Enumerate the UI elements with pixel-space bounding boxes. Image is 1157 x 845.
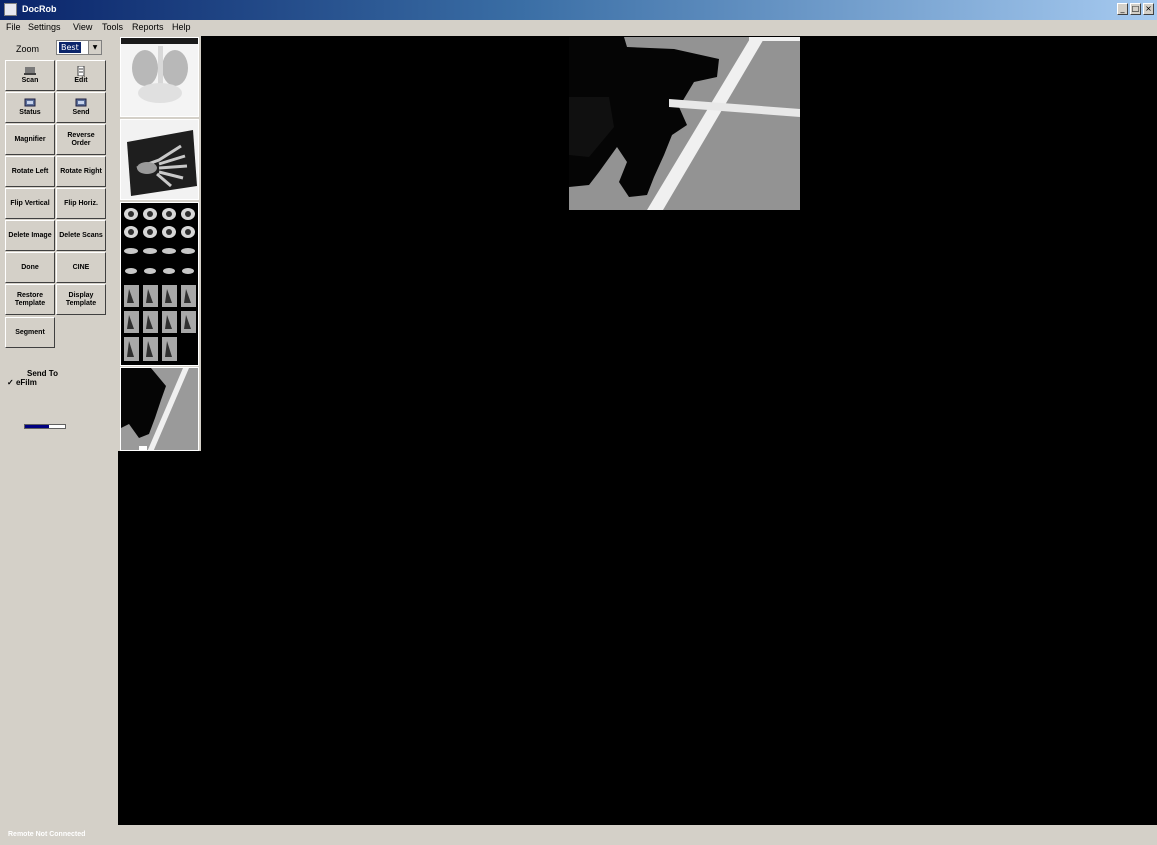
delete-image-button[interactable]: Delete Image <box>5 220 55 251</box>
chest-xray-image <box>121 38 198 116</box>
delete-scans-label: Delete Scans <box>59 231 103 239</box>
send-progress-fill <box>25 425 49 428</box>
reverse-order-label: Reverse Order <box>67 131 95 147</box>
display-template-button[interactable]: Display Template <box>56 284 106 315</box>
flip-vertical-label: Flip Vertical <box>10 199 50 207</box>
send-progress-bar <box>24 424 66 429</box>
title-bar: DocRob _ □ × <box>0 0 1157 20</box>
restore-template-label: Restore Template <box>14 291 46 307</box>
display-template-label: Display Template <box>65 291 97 307</box>
close-button[interactable]: × <box>1143 3 1154 15</box>
done-button[interactable]: Done <box>5 252 55 283</box>
status-label: Status <box>19 109 41 116</box>
edit-icon <box>77 66 85 76</box>
window-title: DocRob <box>22 4 57 14</box>
app-icon <box>4 3 17 16</box>
done-label: Done <box>21 263 39 271</box>
menu-settings[interactable]: Settings <box>28 22 61 32</box>
chest-xray-thumbnail[interactable] <box>120 37 199 117</box>
scan-button[interactable]: Scan <box>5 60 55 91</box>
rotate-left-button[interactable]: Rotate Left <box>5 156 55 187</box>
image-viewer[interactable] <box>118 36 1157 825</box>
send-to-efilm-label: eFilm <box>15 378 37 387</box>
delete-image-label: Delete Image <box>8 231 52 239</box>
scan-label: Scan <box>21 77 39 84</box>
hand-xray-thumbnail[interactable] <box>120 119 199 200</box>
segment-button[interactable]: Segment <box>5 317 55 348</box>
edit-label: Edit <box>74 77 88 84</box>
send-icon <box>75 98 87 107</box>
rotate-right-button[interactable]: Rotate Right <box>56 156 106 187</box>
thumbnail-strip <box>118 36 201 451</box>
tool-panel: Zoom Best ▼ Scan Edit Status Send Magnif… <box>0 36 118 826</box>
send-label: Send <box>72 109 90 116</box>
court-photo-thumbnail-image <box>121 368 198 450</box>
status-bar: Remote Not Connected <box>0 826 1157 845</box>
flip-vertical-button[interactable]: Flip Vertical <box>5 188 55 219</box>
menu-reports[interactable]: Reports <box>132 22 164 32</box>
flip-horiz-button[interactable]: Flip Horiz. <box>56 188 106 219</box>
menu-help[interactable]: Help <box>172 22 191 32</box>
court-photo <box>569 37 800 210</box>
zoom-value: Best <box>59 42 81 53</box>
checkmark-icon: ✓ <box>7 378 14 387</box>
menu-view[interactable]: View <box>73 22 92 32</box>
magnifier-label: Magnifier <box>14 135 46 143</box>
send-to-efilm-checkbox[interactable]: ✓ eFilm <box>7 378 37 387</box>
mri-series-thumbnail[interactable] <box>120 202 199 366</box>
menu-file[interactable]: File <box>6 22 21 32</box>
reverse-order-button[interactable]: Reverse Order <box>56 124 106 155</box>
edit-button[interactable]: Edit <box>56 60 106 91</box>
restore-template-button[interactable]: Restore Template <box>5 284 55 315</box>
scanner-icon <box>24 67 36 75</box>
mri-series-image <box>121 203 198 365</box>
flip-horiz-label: Flip Horiz. <box>64 199 98 207</box>
main-image[interactable] <box>569 37 800 210</box>
zoom-select[interactable]: Best ▼ <box>56 40 102 55</box>
send-to-label: Send To <box>27 369 58 378</box>
cine-label: CINE <box>72 263 90 271</box>
rotate-left-label: Rotate Left <box>11 167 49 175</box>
rotate-right-label: Rotate Right <box>60 167 102 175</box>
zoom-label: Zoom <box>16 44 40 54</box>
send-button[interactable]: Send <box>56 92 106 123</box>
delete-scans-button[interactable]: Delete Scans <box>56 220 106 251</box>
menu-tools[interactable]: Tools <box>102 22 123 32</box>
maximize-button[interactable]: □ <box>1130 3 1141 15</box>
menu-bar: File Settings View Tools Reports Help <box>0 20 1157 35</box>
chevron-down-icon[interactable]: ▼ <box>88 41 101 54</box>
magnifier-button[interactable]: Magnifier <box>5 124 55 155</box>
court-photo-thumbnail[interactable] <box>120 367 199 451</box>
cine-button[interactable]: CINE <box>56 252 106 283</box>
connection-status: Remote Not Connected <box>8 831 86 838</box>
status-button[interactable]: Status <box>5 92 55 123</box>
minimize-button[interactable]: _ <box>1117 3 1128 15</box>
status-icon <box>24 98 36 107</box>
hand-xray-image <box>121 120 198 199</box>
segment-label: Segment <box>15 328 45 336</box>
